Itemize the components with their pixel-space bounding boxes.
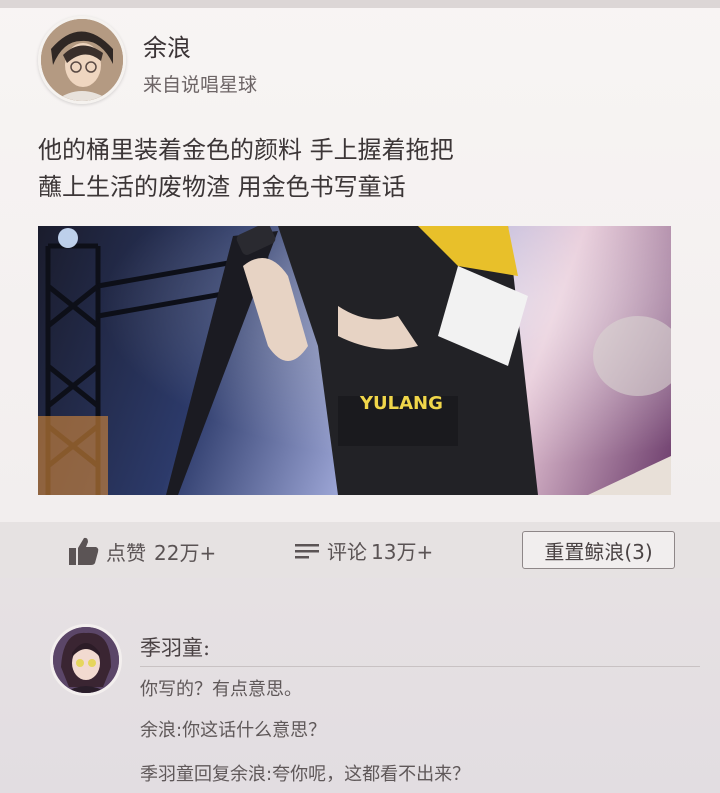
comment-lines-icon (293, 541, 321, 561)
reply-text: 余浪:你这话什么意思？ (140, 720, 327, 741)
author-avatar-art (41, 19, 123, 101)
author-avatar[interactable] (38, 16, 126, 104)
comment-text: 你写的？有点意思。 (140, 679, 302, 700)
post-source: 来自说唱星球 (143, 74, 258, 96)
like-button[interactable]: 点赞 22万+ (68, 536, 216, 566)
post-image[interactable]: YULANG (38, 226, 671, 495)
commenter-avatar[interactable] (50, 624, 122, 696)
reset-button[interactable]: 重置鲸浪(3) (522, 531, 675, 569)
post-text-line: 他的桶里装着金色的颜料 手上握着拖把 (38, 136, 454, 164)
commenter-name[interactable]: 季羽童: (140, 632, 210, 662)
post-text: 他的桶里装着金色的颜料 手上握着拖把 蘸上生活的废物渣 用金色书写童话 (38, 132, 454, 206)
comment-count: 13万+ (371, 540, 434, 564)
post-text-line: 蘸上生活的废物渣 用金色书写童话 (38, 173, 406, 201)
like-label: 点赞 (106, 540, 146, 565)
reply-text: 季羽童回复余浪:夸你呢，这都看不出来？ (140, 764, 471, 785)
post-image-art: YULANG (38, 226, 671, 495)
comment-divider (140, 666, 700, 667)
thumbs-up-icon (68, 536, 100, 566)
like-count: 22万+ (154, 540, 217, 565)
top-strip (0, 0, 720, 8)
comment-button[interactable]: 评论 13万+ (293, 536, 433, 565)
image-caption: YULANG (359, 393, 443, 414)
commenter-avatar-art (53, 627, 119, 693)
author-name[interactable]: 余浪 (143, 28, 191, 63)
comment-label: 评论 (327, 540, 367, 564)
